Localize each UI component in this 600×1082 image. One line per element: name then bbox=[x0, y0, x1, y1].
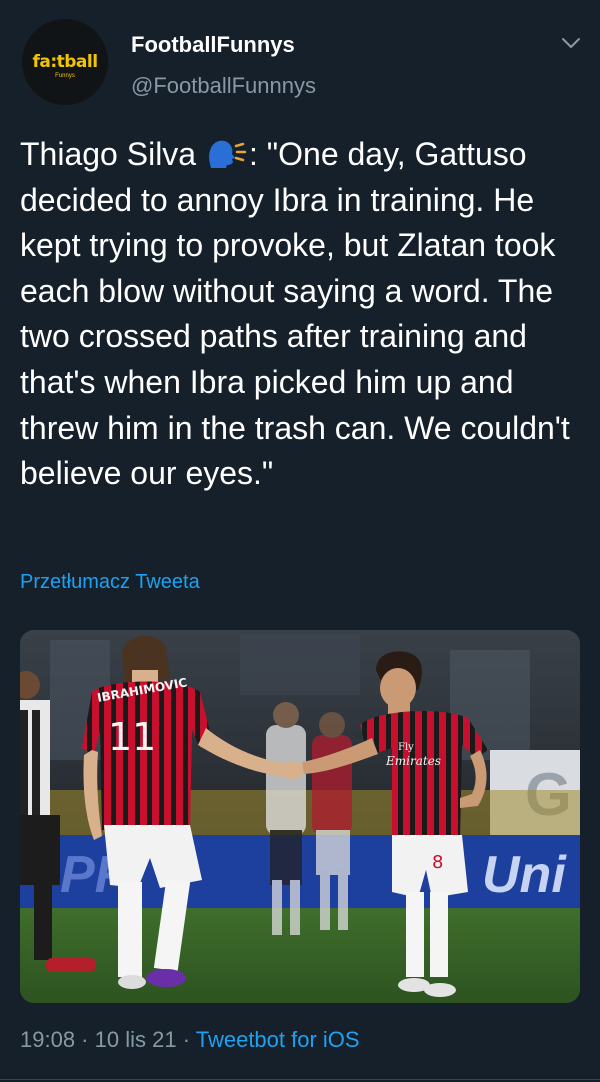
banner-text-right: Uni bbox=[482, 846, 567, 904]
tweet-time: 19:08 bbox=[20, 1027, 76, 1052]
tweet-photo[interactable]: G PR Uni bbox=[20, 630, 580, 1003]
tweet-meta: 19:08 · 10 lis 21 · Tweetbot for iOS bbox=[20, 1027, 360, 1053]
tweet-date: 10 lis 21 bbox=[94, 1027, 177, 1052]
avatar-logo-text: fa:tball bbox=[32, 52, 98, 72]
left-player-number: 11 bbox=[108, 715, 156, 759]
display-name[interactable]: FootballFunnys bbox=[131, 32, 295, 58]
meta-separator: · bbox=[75, 1027, 95, 1052]
avatar-logo-subtext: Funnys bbox=[55, 73, 75, 79]
photo-football-players: G PR Uni bbox=[20, 630, 580, 1003]
tweet-text-body: : "One day, Gattuso decided to annoy Ibr… bbox=[20, 136, 579, 492]
right-player-number: 8 bbox=[432, 852, 443, 873]
meta-separator-2: · bbox=[176, 1027, 196, 1052]
tweet-text-intro: Thiago Silva bbox=[20, 136, 205, 172]
tweet-text: Thiago Silva : "One day, Gattuso decided… bbox=[20, 132, 585, 497]
source-app-link[interactable]: Tweetbot for iOS bbox=[196, 1027, 360, 1052]
chevron-down-icon[interactable] bbox=[560, 34, 582, 52]
speaking-head-icon bbox=[209, 140, 247, 168]
avatar[interactable]: fa:tball Funnys bbox=[22, 19, 108, 105]
user-handle[interactable]: @FootballFunnnys bbox=[131, 73, 316, 99]
shirt-sponsor-line2: Emirates bbox=[385, 754, 441, 768]
divider bbox=[0, 1079, 600, 1080]
shirt-sponsor-line1: Fly bbox=[398, 742, 414, 753]
translate-tweet-link[interactable]: Przetłumacz Tweeta bbox=[20, 571, 200, 594]
